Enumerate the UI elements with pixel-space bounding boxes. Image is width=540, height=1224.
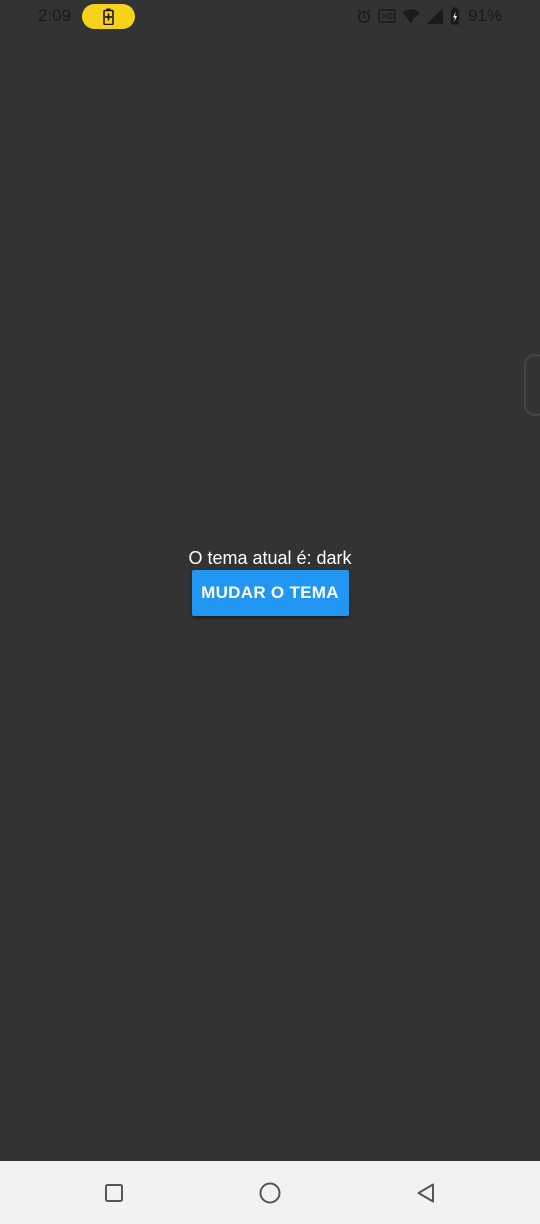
status-time: 2:09	[38, 6, 72, 25]
navigation-bar	[0, 1161, 540, 1224]
recents-button[interactable]	[74, 1161, 154, 1224]
back-button[interactable]	[386, 1161, 466, 1224]
battery-percent: 91%	[467, 6, 502, 25]
hd-icon	[378, 9, 396, 23]
status-icons: 91%	[356, 6, 502, 26]
recents-icon	[105, 1183, 123, 1202]
alarm-icon	[356, 9, 371, 24]
battery-icon	[450, 7, 460, 25]
wifi-icon	[402, 9, 420, 23]
home-icon	[259, 1182, 281, 1203]
signal-icon	[426, 8, 443, 24]
battery-saver-pill[interactable]	[82, 4, 135, 29]
home-button[interactable]	[230, 1161, 310, 1224]
main-content: O tema atual é: dark MUDAR O TEMA	[0, 546, 540, 616]
edge-panel-handle[interactable]	[524, 354, 540, 416]
battery-saver-icon	[103, 8, 114, 25]
app-screen: 2:09 91% O tema atual é: dark MUDAR O TE…	[0, 0, 540, 1224]
change-theme-button[interactable]: MUDAR O TEMA	[191, 570, 349, 616]
back-icon	[417, 1183, 434, 1202]
status-bar: 2:09 91%	[0, 0, 540, 34]
current-theme-label: O tema atual é: dark	[188, 548, 352, 568]
